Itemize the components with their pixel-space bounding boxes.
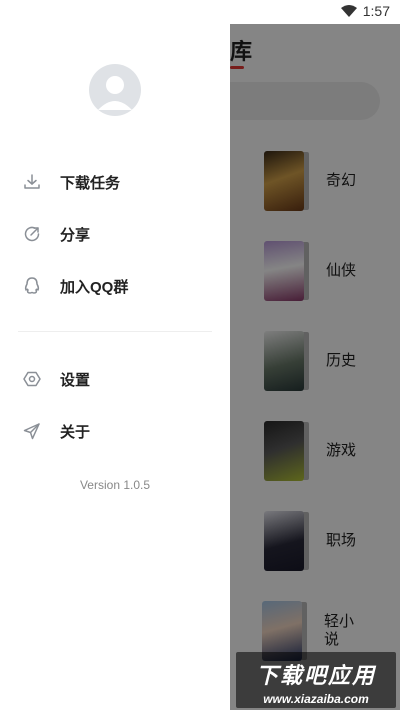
menu-item-settings[interactable]: 设置 [0, 359, 230, 399]
user-icon [98, 76, 132, 110]
menu-item-download[interactable]: 下载任务 [0, 162, 230, 202]
menu-item-qq-group[interactable]: 加入QQ群 [0, 266, 230, 306]
navigation-drawer: 下载任务 分享 加入QQ群 设置 关于 Version 1.0.5 [0, 0, 230, 710]
qq-icon [22, 276, 42, 296]
avatar[interactable] [89, 64, 141, 116]
send-icon [22, 421, 42, 441]
watermark: 下载吧应用 www.xiazaiba.com [236, 652, 396, 708]
menu-label: 分享 [60, 226, 91, 244]
menu-label: 加入QQ群 [60, 278, 129, 296]
download-icon [22, 172, 42, 192]
status-bar: 1:57 [0, 0, 400, 24]
divider [18, 331, 212, 332]
status-time: 1:57 [362, 3, 390, 19]
wifi-icon [340, 5, 357, 17]
watermark-url: www.xiazaiba.com [263, 692, 369, 706]
menu-item-share[interactable]: 分享 [0, 214, 230, 254]
watermark-title: 下载吧应用 [255, 663, 376, 688]
menu-label: 关于 [60, 423, 91, 441]
share-icon [22, 224, 42, 244]
menu-label: 下载任务 [60, 174, 121, 192]
menu-item-about[interactable]: 关于 [0, 411, 230, 451]
app-version: Version 1.0.5 [79, 478, 151, 492]
menu-label: 设置 [60, 371, 91, 389]
settings-icon [22, 369, 42, 389]
